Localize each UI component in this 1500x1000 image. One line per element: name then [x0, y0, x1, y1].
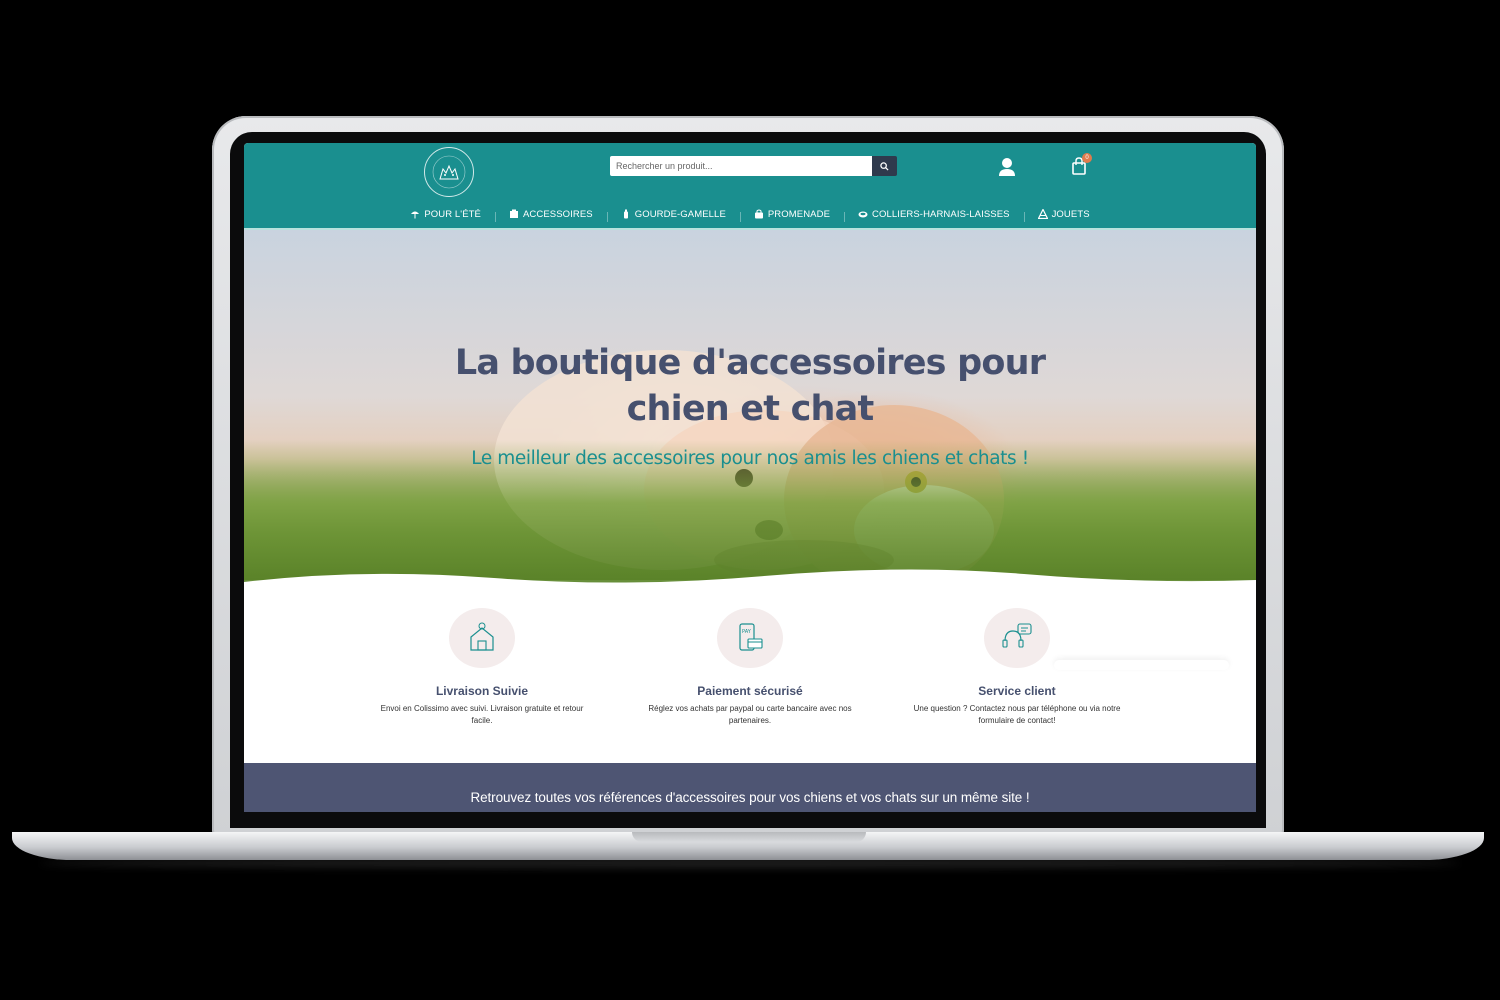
nav-item-label: POUR L'ÉTÉ: [424, 208, 481, 220]
nav-item-pour-lete[interactable]: POUR L'ÉTÉ: [396, 209, 495, 220]
accessories-icon: [510, 209, 518, 218]
nav-item-label: COLLIERS-HARNAIS-LAISSES: [872, 208, 1010, 220]
features-section: Livraison Suivie Envoi en Colissimo avec…: [244, 600, 1256, 763]
feature-livraison: Livraison Suivie Envoi en Colissimo avec…: [362, 608, 602, 727]
hero-title-line: La boutique d'accessoires pour: [454, 343, 1046, 383]
nav-item-colliers-harnais-laisses[interactable]: COLLIERS-HARNAIS-LAISSES: [844, 208, 1024, 222]
feature-text: Réglez vos achats par paypal ou carte ba…: [648, 704, 852, 725]
feature-title: Paiement sécurisé: [697, 684, 803, 698]
main-nav: POUR L'ÉTÉ ACCESSOIRES GOURDE-GAMELLE PR…: [244, 206, 1256, 222]
nav-item-jouets[interactable]: JOUETS: [1023, 208, 1104, 222]
bag-icon: [754, 209, 763, 219]
feature-title: Service client: [978, 684, 1056, 698]
cart-count-badge: 0: [1082, 153, 1092, 163]
search-input[interactable]: [610, 156, 872, 176]
hero-subtitle: Le meilleur des accessoires pour nos ami…: [471, 448, 1029, 469]
nav-item-label: PROMENADE: [767, 208, 831, 220]
cart-button[interactable]: 0: [1072, 153, 1092, 177]
feature-text: Envoi en Colissimo avec suivi. Livraison…: [380, 704, 584, 725]
nav-item-accessoires[interactable]: ACCESSOIRES: [495, 208, 607, 222]
nav-item-label: JOUETS: [1051, 208, 1090, 220]
chat-widget[interactable]: [1054, 660, 1229, 670]
feature-paiement: PAY Paiement sécurisé Réglez vos achats …: [630, 608, 870, 727]
nav-item-promenade[interactable]: PROMENADE: [739, 208, 844, 222]
hero-title: La boutique d'accessoires pour chien et …: [244, 340, 1256, 432]
site-logo[interactable]: [424, 147, 474, 197]
feature-text: Une question ? Contactez nous par téléph…: [913, 704, 1121, 725]
toy-icon: [1037, 209, 1048, 219]
search-bar: [610, 156, 897, 176]
nav-item-gourde-gamelle[interactable]: GOURDE-GAMELLE: [606, 208, 740, 222]
search-button[interactable]: [872, 156, 897, 176]
svg-text:PAY: PAY: [742, 629, 752, 635]
promo-band: Retrouvez toutes vos références d'access…: [244, 763, 1256, 812]
browser-screen: 0 POUR L'ÉTÉ ACCESSOIRES GOURDE-GAMELLE …: [244, 143, 1256, 812]
account-button[interactable]: [998, 157, 1016, 177]
headset-chat-icon: [1002, 623, 1032, 648]
feature-icon-wrap: [984, 608, 1050, 668]
umbrella-icon: [411, 211, 420, 219]
hero-banner: La boutique d'accessoires pour chien et …: [244, 230, 1256, 600]
laptop-notch: [632, 832, 866, 842]
promo-band-text: Retrouvez toutes vos références d'access…: [470, 790, 1030, 805]
feature-icon-wrap: PAY: [717, 608, 783, 668]
collar-icon: [858, 211, 868, 218]
dog-cat-logo-icon: [432, 155, 466, 189]
site-header: 0 POUR L'ÉTÉ ACCESSOIRES GOURDE-GAMELLE …: [244, 143, 1256, 230]
search-icon: [880, 161, 889, 171]
nav-item-label: GOURDE-GAMELLE: [634, 208, 726, 220]
hero-title-line: chien et chat: [626, 389, 875, 429]
feature-icon-wrap: [449, 608, 515, 668]
feature-title: Livraison Suivie: [435, 684, 529, 698]
phone-pay-icon: PAY: [739, 623, 763, 651]
user-icon: [999, 158, 1015, 176]
nav-item-label: ACCESSOIRES: [523, 208, 593, 220]
wave-divider: [244, 569, 1256, 600]
bottle-icon: [623, 209, 628, 219]
house-location-icon: [470, 622, 494, 651]
